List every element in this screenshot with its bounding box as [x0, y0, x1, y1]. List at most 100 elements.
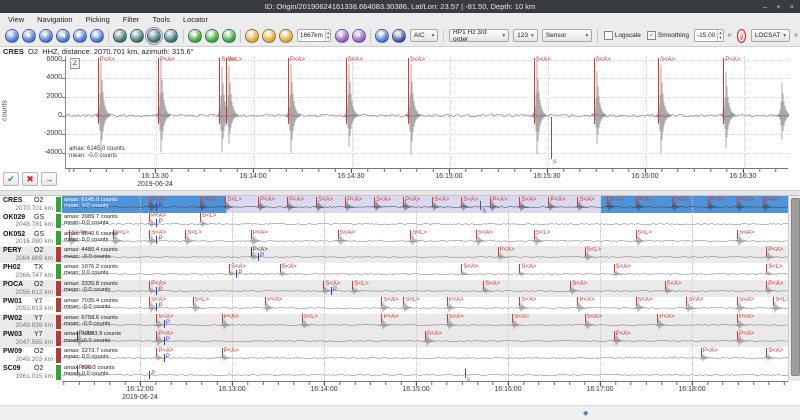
pick-p-button[interactable]: P — [375, 29, 389, 43]
pick-marker[interactable]: P<A> — [766, 247, 783, 256]
pick-marker[interactable]: P<A> — [498, 247, 515, 256]
reject-picks-button[interactable]: ✖ — [22, 172, 38, 186]
pick-marker[interactable]: S<L> — [185, 230, 201, 239]
pick-marker[interactable]: S<A> — [519, 264, 536, 273]
pick-marker[interactable]: S<A> — [766, 348, 783, 357]
pick-marker[interactable]: S<A> — [737, 297, 754, 306]
trace-row-pery[interactable]: PERYO22064.869 kmamax: 4480.4 countsmean… — [0, 246, 800, 263]
pick-marker[interactable]: S<A> — [534, 58, 535, 124]
menu-filter[interactable]: Filter — [123, 15, 140, 24]
distance-range-spin[interactable]: 1667km▴▾ — [297, 29, 331, 42]
pick-marker[interactable]: S<A> — [614, 264, 631, 273]
pick-marker[interactable]: S<A> — [346, 58, 347, 124]
trace-row-pw02[interactable]: PW02Y72049.939 kmamax: 6758.6 countsmean… — [0, 314, 800, 331]
pick-marker[interactable]: S<L> — [766, 264, 782, 273]
align-s-button[interactable]: S — [222, 29, 236, 43]
pick-marker[interactable]: S<A> — [737, 230, 754, 239]
pick-marker[interactable]: S<L> — [534, 230, 550, 239]
default-zoom-button[interactable]: ◎ — [90, 29, 104, 43]
pick-marker[interactable]: S<A> — [461, 197, 478, 206]
pick-marker[interactable]: S<L> — [193, 297, 209, 306]
sensor-select[interactable]: Sensor▾ — [542, 29, 592, 42]
trace-mode-3-button[interactable]: ~ — [147, 29, 161, 43]
pick-marker[interactable]: S<L> — [200, 213, 216, 222]
trace-row-pw03[interactable]: PW03Y72047.565 kmamax: 10093.9 countsmea… — [0, 330, 800, 347]
pick-marker[interactable]: S<A> — [763, 197, 780, 206]
pick-marker[interactable]: S<L> — [352, 281, 368, 290]
smoothing-checkbox[interactable]: ✓Smoothing — [647, 31, 689, 40]
pick-marker[interactable]: P — [258, 253, 264, 261]
maximize-button[interactable]: + — [776, 2, 780, 11]
zoom-trace-plot[interactable]: Z amax: 6145.0 counts mean: -0.0 counts … — [65, 56, 789, 168]
component-n-button[interactable]: N — [262, 29, 276, 43]
pick-marker[interactable]: P<A> — [222, 314, 239, 323]
trace-row-pw09[interactable]: PW09O22049.203 kmamax: 3273.7 countsmean… — [0, 347, 800, 364]
pick-marker[interactable]: P<A> — [288, 58, 289, 124]
threshold-spin-arrows[interactable]: ▴▾ — [717, 30, 722, 41]
pick-marker[interactable]: P<A> — [490, 197, 507, 206]
pick-marker[interactable]: S<A> — [686, 297, 703, 306]
pick-marker[interactable]: P — [149, 371, 155, 379]
pick-marker[interactable]: P<A> — [577, 297, 594, 306]
pick-marker[interactable]: P — [156, 219, 162, 227]
pick-marker[interactable]: S<L> — [226, 58, 227, 124]
component-z-button[interactable]: Z — [245, 29, 259, 43]
pick-marker[interactable]: P<A> — [766, 281, 783, 290]
pick-marker[interactable]: S<A> — [425, 331, 442, 340]
vertical-scrollbar[interactable] — [788, 196, 800, 381]
threshold-spin[interactable]: -15.00▴▾ — [694, 29, 724, 42]
pick-marker[interactable]: P<A> — [222, 348, 239, 357]
pick-marker[interactable]: P<A> — [614, 331, 631, 340]
trace-area[interactable]: amax: 3989.7 countsmean: 0.0 countsP<A>S… — [62, 213, 788, 230]
pick-marker[interactable]: P<A> — [657, 314, 674, 323]
pick-marker[interactable]: S<A> — [476, 230, 493, 239]
pick-marker[interactable]: P<A> — [737, 331, 754, 340]
time-zoom-in-button[interactable]: ◀ — [56, 29, 70, 43]
pick-marker[interactable]: P<A> — [287, 197, 304, 206]
menu-locator[interactable]: Locator — [183, 15, 208, 24]
spin-down-icon[interactable]: ▾ — [326, 36, 330, 41]
pick-marker[interactable]: P<A> — [636, 197, 653, 206]
pick-marker[interactable]: S<A> — [577, 197, 594, 206]
pick-marker[interactable]: P<A> — [548, 197, 565, 206]
components-select[interactable]: 123▾ — [513, 29, 538, 42]
amplitude-zoom-in-button[interactable]: ▲ — [22, 29, 36, 43]
minimize-button[interactable]: – — [763, 2, 767, 11]
align-p-button[interactable]: P — [205, 29, 219, 43]
pick-marker[interactable]: S<A> — [570, 281, 587, 290]
trace-area[interactable]: amax: 10093.9 countsmean: -0.0 countsP<A… — [62, 330, 788, 347]
picker-algorithm-select[interactable]: AIC▾ — [410, 29, 439, 42]
pick-marker[interactable]: P<A> — [447, 297, 464, 306]
pick-marker[interactable]: S<A> — [512, 314, 529, 323]
pick-marker[interactable]: S<L> — [302, 314, 318, 323]
pick-marker[interactable]: S<A> — [432, 197, 449, 206]
pick-marker[interactable]: P<A> — [98, 58, 99, 124]
distance-range-spin-arrows[interactable]: ▴▾ — [325, 30, 330, 41]
pick-marker[interactable]: S<L> — [636, 230, 652, 239]
pick-marker[interactable]: S<A> — [461, 264, 478, 273]
pick-marker[interactable]: P — [331, 287, 337, 295]
align-origin-button[interactable]: ✚ — [188, 29, 202, 43]
pick-marker[interactable]: P — [156, 236, 162, 244]
pick-marker[interactable]: S<A> — [658, 58, 659, 124]
pick-marker[interactable]: P<A> — [251, 230, 268, 239]
toolbar-overflow-icon[interactable]: » — [794, 32, 798, 39]
pick-marker[interactable]: P<A> — [723, 58, 724, 124]
trace-row-ok029[interactable]: OK029GS2048.781 kmamax: 3989.7 countsmea… — [0, 213, 800, 230]
pick-marker[interactable]: S<L> — [403, 297, 419, 306]
record-button[interactable] — [737, 29, 746, 43]
menu-tools[interactable]: Tools — [152, 15, 170, 24]
trace-area[interactable]: amax: 6758.6 countsmean: -0.0 countsS<A>… — [62, 314, 788, 331]
pick-marker[interactable]: S<A> — [594, 58, 595, 124]
pick-s-button[interactable]: S — [392, 29, 406, 43]
trace-row-poca[interactable]: POCAO22056.612 kmamax: 3335.8 countsmean… — [0, 280, 800, 297]
pick-marker[interactable]: P — [156, 303, 162, 311]
pick-marker[interactable]: P<A> — [737, 197, 754, 206]
trace-row-ph02[interactable]: PH02TX2366.747 kmamax: 1076.2 countsmean… — [0, 263, 800, 280]
component-e-button[interactable]: E — [279, 29, 293, 43]
pick-marker[interactable]: P<A> — [708, 197, 725, 206]
pick-marker[interactable]: S<A> — [519, 197, 536, 206]
trace-area[interactable]: amax: 6145.0 countsmean: 0.0 countsP<A>S… — [62, 196, 788, 213]
pick-marker[interactable]: S<L> — [225, 197, 241, 206]
pick-marker[interactable]: P — [164, 320, 170, 328]
